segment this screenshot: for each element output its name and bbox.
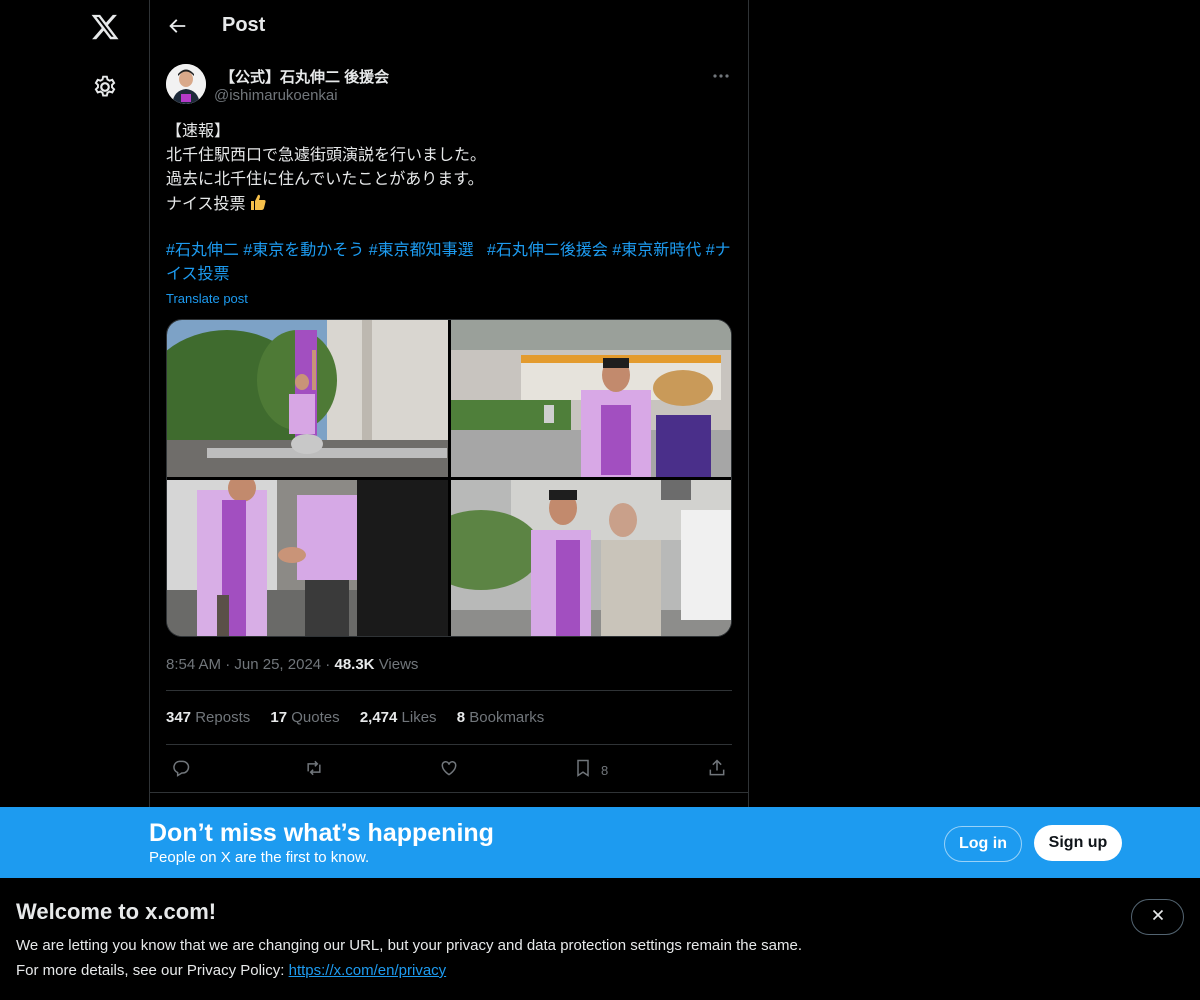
share-icon (707, 758, 727, 783)
arrow-left-icon[interactable] (166, 15, 188, 37)
post-actions: 8 (166, 756, 732, 784)
banner-subtitle: People on X are the first to know. (149, 849, 370, 866)
post-text-line: ナイス投票 (166, 196, 246, 213)
page-title: Post (222, 14, 266, 36)
post-date[interactable]: Jun 25, 2024 (234, 656, 321, 673)
x-logo-icon[interactable] (90, 12, 120, 42)
welcome-notice: Welcome to x.com! We are letting you kno… (0, 878, 1200, 1000)
hashtag-link[interactable]: #石丸伸二後援会 (487, 242, 608, 259)
share-button[interactable] (707, 758, 727, 782)
bookmarks-label: Bookmarks (469, 709, 545, 726)
signup-button[interactable]: Sign up (1034, 825, 1122, 861)
likes-count: 2,474 (359, 709, 398, 726)
author-handle[interactable]: @ishimarukoenkai (214, 87, 338, 104)
welcome-title: Welcome to x.com! (16, 899, 217, 924)
photo[interactable] (167, 480, 448, 636)
like-button[interactable] (439, 758, 459, 782)
views-count: 48.3K (334, 656, 375, 673)
reposts-stat[interactable]: 347 Reposts (166, 709, 250, 726)
post-meta: 8:54 AM · Jun 25, 2024 · 48.3K Views (166, 656, 419, 673)
bookmark-count: 8 (601, 762, 609, 778)
reposts-label: Reposts (195, 709, 251, 726)
repost-button[interactable] (304, 758, 324, 782)
divider (150, 792, 748, 793)
more-icon[interactable] (710, 66, 732, 86)
hashtag-link[interactable]: #東京都知事選 (369, 242, 474, 259)
photo[interactable] (451, 480, 731, 636)
reply-icon (171, 758, 191, 783)
post-stats: 347 Reposts 17 Quotes 2,474 Likes 8 Book… (166, 709, 560, 726)
repost-icon (304, 758, 324, 783)
close-button[interactable] (1131, 899, 1184, 935)
post-text-line: 【速報】 (166, 123, 231, 140)
login-button[interactable]: Log in (944, 826, 1022, 862)
divider (166, 744, 732, 745)
post-text-line: 過去に北千住に住んでいたことがあります。 (166, 171, 484, 188)
photo[interactable] (167, 320, 448, 477)
welcome-message: We are letting you know that we are chan… (16, 937, 802, 954)
hashtag-link[interactable]: #東京を動かそう (243, 242, 364, 259)
media-grid (166, 319, 732, 637)
banner-title: Don’t miss what’s happening (149, 819, 494, 847)
post-text-line: 北千住駅西口で急遽街頭演説を行いました。 (166, 147, 487, 164)
hashtag-link[interactable]: #石丸伸二 (166, 242, 239, 259)
bookmark-icon (573, 758, 593, 783)
likes-label: Likes (401, 709, 437, 726)
bookmarks-stat[interactable]: 8 Bookmarks (457, 709, 545, 726)
post-author: 【公式】石丸伸二 後援会 @ishimarukoenkai (166, 64, 732, 108)
hashtag-link[interactable]: #東京新時代 (612, 242, 701, 259)
bookmark-button[interactable]: 8 (573, 758, 608, 782)
close-icon (1149, 906, 1167, 929)
reposts-count: 347 (166, 709, 192, 726)
welcome-privacy-text: For more details, see our Privacy Policy… (16, 962, 285, 979)
quotes-stat[interactable]: 17 Quotes (270, 709, 339, 726)
heart-icon (439, 758, 459, 783)
reply-button[interactable] (171, 758, 191, 782)
hashtags: #石丸伸二 #東京を動かそう #東京都知事選 #石丸伸二後援会 #東京新時代 #… (166, 239, 732, 287)
gear-icon[interactable] (92, 74, 118, 100)
author-name[interactable]: 【公式】石丸伸二 後援会 (220, 66, 389, 87)
translate-post-link[interactable]: Translate post (166, 291, 248, 306)
thumbs-up-icon (248, 192, 268, 220)
bookmarks-count: 8 (456, 709, 466, 726)
post-time[interactable]: 8:54 AM (166, 656, 221, 673)
quotes-count: 17 (270, 709, 288, 726)
views-label: Views (378, 656, 419, 673)
quotes-label: Quotes (291, 709, 340, 726)
signup-banner: Don’t miss what’s happening People on X … (0, 807, 1200, 878)
welcome-privacy-line: For more details, see our Privacy Policy… (16, 962, 446, 979)
avatar[interactable] (166, 64, 206, 104)
post-text: 【速報】 北千住駅西口で急遽街頭演説を行いました。 過去に北千住に住んでいたこと… (166, 120, 732, 216)
photo[interactable] (451, 320, 731, 477)
likes-stat[interactable]: 2,474 Likes (360, 709, 437, 726)
divider (166, 690, 732, 691)
post-text-line-last: ナイス投票 (166, 192, 732, 216)
page-header: Post (150, 0, 748, 53)
privacy-policy-link[interactable]: https://x.com/en/privacy (289, 962, 447, 979)
